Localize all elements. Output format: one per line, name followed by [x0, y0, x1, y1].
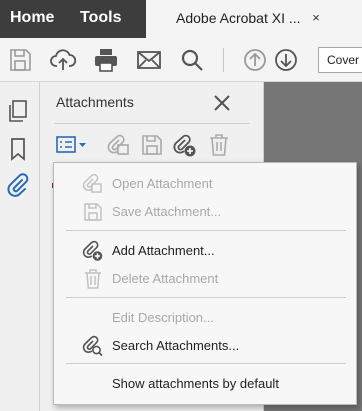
panel-divider: [54, 123, 250, 124]
search-icon[interactable]: [178, 46, 206, 74]
delete-attachment-icon: [82, 268, 104, 290]
menu-item-show-attachments-by-default[interactable]: Show attachments by default: [54, 372, 356, 396]
save-attachment-icon: [82, 201, 104, 223]
page-thumbnails-icon[interactable]: [5, 98, 31, 124]
menu-item-save-attachment[interactable]: Save Attachment...: [54, 200, 356, 224]
open-attachment-toolbar-icon[interactable]: [106, 132, 132, 158]
previous-page-icon[interactable]: [241, 46, 269, 74]
print-icon[interactable]: [92, 46, 120, 74]
main-toolbar: Cover: [0, 38, 362, 82]
attachments-paperclip-icon[interactable]: [5, 172, 31, 198]
navigation-rail: [0, 82, 40, 411]
home-tab[interactable]: Home: [10, 0, 54, 38]
menu-separator: [66, 230, 346, 231]
search-attachments-icon: [82, 335, 104, 357]
close-panel-icon[interactable]: [210, 91, 234, 115]
close-tab-icon[interactable]: ×: [308, 0, 324, 38]
menu-separator: [66, 297, 346, 298]
open-attachment-icon: [82, 173, 104, 195]
document-tab[interactable]: Adobe Acrobat XI ...: [146, 0, 362, 38]
delete-attachment-toolbar-icon[interactable]: [206, 132, 232, 158]
bookmarks-icon[interactable]: [5, 136, 31, 162]
save-icon[interactable]: [6, 46, 34, 74]
email-icon[interactable]: [135, 46, 163, 74]
attachments-options-menu: Open Attachment Save Attachment... Add A…: [53, 162, 357, 405]
menu-item-edit-description[interactable]: Edit Description...: [54, 306, 356, 330]
toolbar-divider: [223, 48, 224, 72]
menu-separator: [66, 363, 346, 364]
add-attachment-toolbar-icon[interactable]: [172, 132, 198, 158]
panel-title: Attachments: [56, 94, 134, 110]
upload-cloud-icon[interactable]: [49, 46, 77, 74]
next-page-icon[interactable]: [272, 46, 300, 74]
top-tab-bar: Home Tools Adobe Acrobat XI ... ×: [0, 0, 362, 38]
tools-tab[interactable]: Tools: [80, 0, 121, 38]
save-attachment-toolbar-icon[interactable]: [139, 132, 165, 158]
menu-item-delete-attachment[interactable]: Delete Attachment: [54, 267, 356, 291]
menu-item-add-attachment[interactable]: Add Attachment...: [54, 239, 356, 263]
menu-item-open-attachment[interactable]: Open Attachment: [54, 172, 356, 196]
options-menu-icon[interactable]: [55, 132, 89, 158]
page-number-field[interactable]: Cover: [318, 47, 362, 73]
menu-item-search-attachments[interactable]: Search Attachments...: [54, 334, 356, 358]
add-attachment-icon: [82, 240, 104, 262]
